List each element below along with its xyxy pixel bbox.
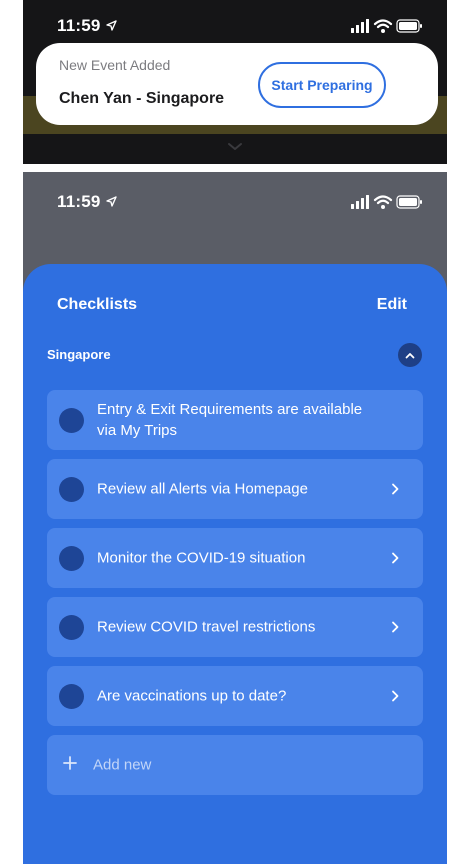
- notification-title: Chen Yan - Singapore: [59, 90, 225, 107]
- section-label: Singapore: [47, 347, 111, 362]
- checklists-screenshot: 11:59 Checklists Edit Singapore Entry & …: [23, 172, 447, 864]
- collapse-section-button[interactable]: [398, 343, 422, 367]
- chevron-right-icon: [392, 552, 399, 564]
- checklist-item-label: Review all Alerts via Homepage: [97, 480, 308, 498]
- edit-button[interactable]: Edit: [377, 296, 407, 314]
- add-new-button[interactable]: Add new: [47, 735, 423, 795]
- sheet-title: Checklists: [57, 296, 138, 313]
- checklist-item[interactable]: Review all Alerts via Homepage: [47, 459, 423, 519]
- cellular-signal-icon: [351, 195, 369, 209]
- checklist-item[interactable]: Review COVID travel restrictions: [47, 597, 423, 657]
- plus-icon: [63, 756, 77, 770]
- checkbox-circle[interactable]: [59, 477, 84, 502]
- checkbox-circle[interactable]: [59, 684, 84, 709]
- status-time: 11:59: [57, 192, 101, 211]
- status-bar: 11:59: [23, 190, 447, 216]
- status-icons: [351, 19, 422, 33]
- cellular-signal-icon: [351, 19, 369, 33]
- battery-icon: [396, 19, 422, 33]
- status-bar: 11:59: [23, 14, 447, 40]
- location-arrow-icon: [106, 196, 117, 207]
- chevron-right-icon: [392, 483, 399, 495]
- checkbox-circle[interactable]: [59, 546, 84, 571]
- wifi-icon: [373, 195, 393, 209]
- chevron-right-icon: [392, 621, 399, 633]
- checklist-item[interactable]: Are vaccinations up to date?: [47, 666, 423, 726]
- start-preparing-button[interactable]: Start Preparing: [258, 62, 386, 108]
- add-new-label: Add new: [93, 756, 152, 774]
- chevron-down-icon[interactable]: [227, 142, 243, 152]
- checklist-item-label: Are vaccinations up to date?: [97, 687, 287, 705]
- notification-banner[interactable]: New Event Added Chen Yan - Singapore Sta…: [36, 43, 438, 125]
- checkbox-circle[interactable]: [59, 408, 84, 433]
- notification-subtitle: New Event Added: [59, 57, 171, 73]
- location-arrow-icon: [106, 20, 117, 31]
- notification-screenshot: 11:59 New Event Added Chen Yan - Singapo…: [23, 0, 447, 164]
- status-time: 11:59: [57, 16, 101, 35]
- chevron-right-icon: [392, 690, 399, 702]
- status-icons: [351, 195, 422, 209]
- checklist-item-label: Monitor the COVID-19 situation: [97, 549, 306, 567]
- checklist-item-label: Entry & Exit Requirements are available …: [97, 401, 363, 439]
- checklist-item[interactable]: Monitor the COVID-19 situation: [47, 528, 423, 588]
- checkbox-circle[interactable]: [59, 615, 84, 640]
- checklist-item-label: Review COVID travel restrictions: [97, 618, 316, 636]
- wifi-icon: [373, 19, 393, 33]
- checklist-sheet: Checklists Edit Singapore Entry & Exit R…: [23, 264, 447, 864]
- battery-icon: [396, 195, 422, 209]
- checklist-item[interactable]: Entry & Exit Requirements are available …: [47, 390, 423, 450]
- chevron-up-icon: [405, 352, 415, 358]
